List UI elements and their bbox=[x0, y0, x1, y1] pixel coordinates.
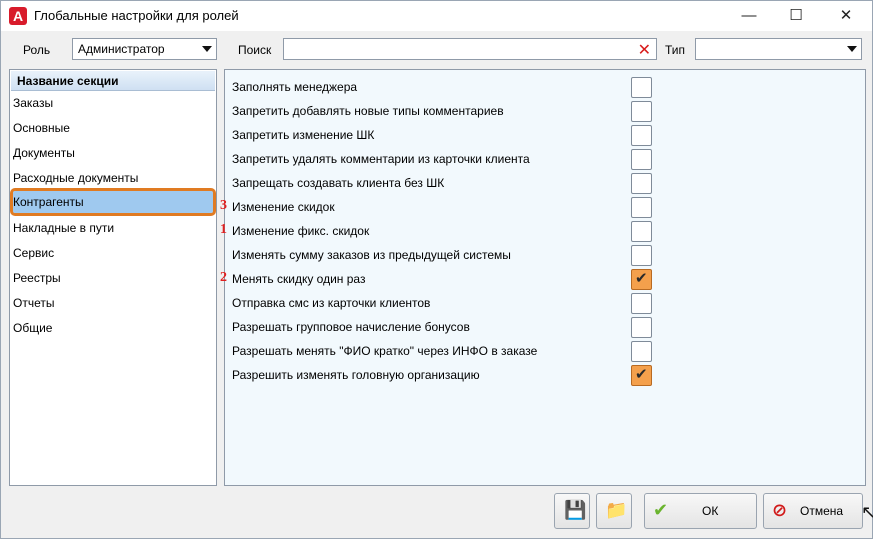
checkmark-icon: ✔ bbox=[635, 270, 648, 287]
option-label: Изменение фикс. скидок bbox=[232, 224, 370, 238]
search-input[interactable]: ✕ bbox=[283, 38, 657, 60]
option-label: Разрешать групповое начисление бонусов bbox=[232, 320, 470, 334]
section-item[interactable]: Реестры bbox=[13, 267, 213, 289]
cancel-button[interactable]: ⊘ Отмена bbox=[763, 493, 863, 529]
type-select[interactable] bbox=[695, 38, 862, 60]
option-checkbox[interactable] bbox=[631, 317, 652, 338]
window-title: Глобальные настройки для ролей bbox=[34, 8, 239, 23]
type-label: Тип bbox=[665, 43, 686, 57]
role-select-value: Администратор bbox=[78, 42, 165, 56]
section-item-selected[interactable]: Контрагенты bbox=[10, 188, 216, 216]
sections-header: Название секции bbox=[11, 71, 215, 91]
option-checkbox[interactable]: ✔ bbox=[631, 365, 652, 386]
option-label: Изменение скидок bbox=[232, 200, 335, 214]
settings-window: A Глобальные настройки для ролей — ☐ ✕ Р… bbox=[0, 0, 873, 539]
option-checkbox[interactable] bbox=[631, 197, 652, 218]
option-checkbox[interactable] bbox=[631, 149, 652, 170]
section-item[interactable]: Документы bbox=[13, 142, 213, 164]
ok-button-label: ОК bbox=[702, 504, 719, 518]
section-item[interactable]: Основные bbox=[13, 117, 213, 139]
option-label: Отправка смс из карточки клиентов bbox=[232, 296, 431, 310]
options-panel: ↖ Заполнять менеджера Запретить добавлять… bbox=[220, 69, 873, 522]
option-checkbox[interactable] bbox=[631, 341, 652, 362]
option-label: Менять скидку один раз bbox=[232, 272, 366, 286]
section-item[interactable]: Накладные в пути bbox=[13, 217, 213, 239]
option-label: Изменять сумму заказов из предыдущей сис… bbox=[232, 248, 511, 262]
annotation-marker: 1 bbox=[220, 222, 227, 237]
annotation-marker: 2 bbox=[220, 270, 227, 285]
role-select[interactable]: Администратор bbox=[72, 38, 217, 60]
maximize-icon[interactable]: ☐ bbox=[773, 1, 819, 31]
open-folder-button[interactable]: 📁 bbox=[596, 493, 632, 529]
option-checkbox[interactable] bbox=[631, 245, 652, 266]
option-checkbox[interactable] bbox=[631, 125, 652, 146]
section-item[interactable]: Расходные документы bbox=[13, 167, 213, 189]
cancel-icon: ⊘ bbox=[772, 500, 788, 520]
option-checkbox[interactable] bbox=[631, 221, 652, 242]
option-label: Разрешать менять "ФИО кратко" через ИНФО… bbox=[232, 344, 538, 358]
chevron-down-icon bbox=[202, 46, 212, 52]
role-label: Роль bbox=[23, 43, 51, 57]
save-button[interactable]: 💾 bbox=[554, 493, 590, 529]
title-bar: A Глобальные настройки для ролей — ☐ ✕ bbox=[1, 1, 872, 31]
option-label: Разрешить изменять головную организацию bbox=[232, 368, 480, 382]
search-label: Поиск bbox=[238, 43, 272, 57]
annotation-marker: 3 bbox=[220, 198, 227, 213]
section-item[interactable]: Сервис bbox=[13, 242, 213, 264]
section-item[interactable]: Отчеты bbox=[13, 292, 213, 314]
checkmark-icon: ✔ bbox=[653, 500, 669, 520]
floppy-disk-icon: 💾 bbox=[564, 500, 587, 520]
chevron-down-icon bbox=[847, 46, 857, 52]
sections-list: Название секции Заказы Основные Документ… bbox=[9, 69, 217, 486]
option-checkbox[interactable]: ✔ bbox=[631, 269, 652, 290]
close-icon[interactable]: ✕ bbox=[823, 1, 869, 31]
cancel-button-label: Отмена bbox=[800, 504, 844, 518]
option-checkbox[interactable] bbox=[631, 101, 652, 122]
folder-icon: 📁 bbox=[605, 500, 628, 520]
option-label: Запретить изменение ШК bbox=[232, 128, 375, 142]
minimize-icon[interactable]: — bbox=[726, 1, 772, 31]
option-label: Запрещать создавать клиента без ШК bbox=[232, 176, 445, 190]
option-checkbox[interactable] bbox=[631, 173, 652, 194]
option-label: Запретить добавлять новые типы комментар… bbox=[232, 104, 504, 118]
clear-search-icon[interactable]: ✕ bbox=[638, 40, 651, 60]
app-logo-icon: A bbox=[9, 7, 27, 25]
ok-button[interactable]: ✔ ОК bbox=[644, 493, 757, 529]
option-label: Запретить удалять комментарии из карточк… bbox=[232, 152, 530, 166]
section-item[interactable]: Общие bbox=[13, 317, 213, 339]
section-item[interactable]: Заказы bbox=[13, 92, 213, 114]
option-checkbox[interactable] bbox=[631, 293, 652, 314]
option-label: Заполнять менеджера bbox=[232, 80, 358, 94]
option-checkbox[interactable] bbox=[631, 77, 652, 98]
checkmark-icon: ✔ bbox=[635, 366, 648, 383]
